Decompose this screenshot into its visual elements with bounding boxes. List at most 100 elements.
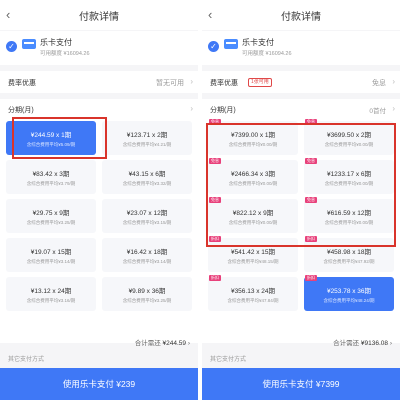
promo-badge: 免息 <box>305 119 317 125</box>
pay-method-row[interactable]: ✓ 乐卡支付 可用额度 ¥16094.26 <box>202 31 400 65</box>
rate-label: 费率优惠 <box>8 80 36 87</box>
option-fee: 含综合费用平均¥3.15/期 <box>122 219 172 225</box>
promo-badge: 折扣 <box>305 275 317 281</box>
installment-option[interactable]: 免息 ¥2466.34 x 3期 含综合费用平均¥0.00/期 <box>208 158 298 194</box>
promo-badge: 免息 <box>305 158 317 164</box>
total-repay: 合计需还 ¥9136.08 › <box>333 340 392 347</box>
installment-option[interactable]: ¥83.42 x 3期 含综合费用平均¥3.79/期 <box>6 160 96 194</box>
installment-option[interactable]: 折扣 ¥541.42 x 15期 含综合费用平均¥48.15/期 <box>208 236 298 272</box>
option-fee: 含综合费用平均¥3.14/期 <box>26 258 76 264</box>
option-fee: 含综合费用平均¥0.00/期 <box>324 141 374 147</box>
other-pay-label: 其它支付方式 <box>8 357 45 363</box>
rate-label: 费率优惠 <box>210 80 238 87</box>
option-fee: 含综合费用平均¥0.00/期 <box>228 219 278 225</box>
rate-discount-row[interactable]: 费率优惠 1张可用 免息 › <box>202 71 400 93</box>
installment-value: 0首付 <box>369 108 386 115</box>
option-amount: ¥83.42 x 3期 <box>32 170 70 178</box>
installment-option[interactable]: 免息 ¥7399.00 x 1期 含综合费用平均¥0.00/期 <box>208 119 298 155</box>
promo-badge: 免息 <box>209 197 221 203</box>
check-circle-icon: ✓ <box>6 41 17 52</box>
option-fee: 含综合费用平均¥48.24/期 <box>323 297 375 303</box>
total-repay: 合计需还 ¥244.59 › <box>134 340 190 347</box>
option-amount: ¥1233.17 x 6期 <box>326 170 372 178</box>
installment-label: 分期(月) <box>8 107 34 114</box>
installment-options: ¥244.59 x 1期 含综合费用平均¥5.09/期 ¥123.71 x 2期 含综… <box>6 121 192 311</box>
installment-option[interactable]: 免息 ¥3699.50 x 2期 含综合费用平均¥0.00/期 <box>304 119 394 155</box>
header: ‹ 付款详情 <box>0 0 198 30</box>
right-screen: ‹ 付款详情 ✓ 乐卡支付 可用额度 ¥16094.26 费率优惠 1张可用 免… <box>202 0 400 400</box>
option-fee: 含综合费用平均¥3.25/期 <box>26 219 76 225</box>
installment-option[interactable]: ¥23.07 x 12期 含综合费用平均¥3.15/期 <box>102 199 192 233</box>
installment-option[interactable]: ¥29.75 x 9期 含综合费用平均¥3.25/期 <box>6 199 96 233</box>
chevron-right-icon: › <box>190 104 193 113</box>
promo-badge: 免息 <box>209 119 221 125</box>
option-fee: 含综合费用平均¥0.00/期 <box>324 219 374 225</box>
available-limit: 可用额度 ¥16094.26 <box>40 51 90 57</box>
promo-badge: 折扣 <box>209 236 221 242</box>
option-amount: ¥13.12 x 24期 <box>30 287 72 295</box>
installment-option[interactable]: ¥244.59 x 1期 含综合费用平均¥5.09/期 <box>6 121 96 155</box>
option-fee: 含综合费用平均¥5.09/期 <box>26 141 76 147</box>
rate-value: 免息 <box>372 80 386 87</box>
promo-badge: 折扣 <box>209 275 221 281</box>
installment-option[interactable]: ¥43.15 x 6期 含综合费用平均¥3.32/期 <box>102 160 192 194</box>
option-amount: ¥3699.50 x 2期 <box>326 131 372 139</box>
card-icon <box>22 39 36 49</box>
option-fee: 含综合费用平均¥3.25/期 <box>122 297 172 303</box>
option-fee: 含综合费用平均¥0.00/期 <box>228 141 278 147</box>
option-fee: 含综合费用平均¥0.00/期 <box>228 180 278 186</box>
installment-label: 分期(月) <box>210 107 236 114</box>
installment-option[interactable]: ¥9.89 x 36期 含综合费用平均¥3.25/期 <box>102 277 192 311</box>
installment-option[interactable]: ¥19.07 x 15期 含综合费用平均¥3.14/期 <box>6 238 96 272</box>
option-amount: ¥541.42 x 15期 <box>230 248 276 256</box>
option-amount: ¥19.07 x 15期 <box>30 248 72 256</box>
check-circle-icon: ✓ <box>208 41 219 52</box>
option-fee: 含综合费用平均¥47.92/期 <box>323 258 375 264</box>
installment-option[interactable]: 折扣 ¥253.78 x 36期 含综合费用平均¥48.24/期 <box>304 275 394 311</box>
option-amount: ¥23.07 x 12期 <box>126 209 168 217</box>
installment-option[interactable]: ¥16.42 x 18期 含综合费用平均¥3.14/期 <box>102 238 192 272</box>
installment-options: 免息 ¥7399.00 x 1期 含综合费用平均¥0.00/期 免息 ¥3699.50 … <box>208 119 394 311</box>
option-fee: 含综合费用平均¥3.32/期 <box>122 180 172 186</box>
available-limit: 可用额度 ¥16094.26 <box>242 51 292 57</box>
installment-option[interactable]: 折扣 ¥356.13 x 24期 含综合费用平均¥47.84/期 <box>208 275 298 311</box>
installment-option[interactable]: ¥13.12 x 24期 含综合费用平均¥3.16/期 <box>6 277 96 311</box>
left-screen: ‹ 付款详情 ✓ 乐卡支付 可用额度 ¥16094.26 费率优惠 暂无可用 ›… <box>0 0 198 400</box>
option-fee: 含综合费用平均¥3.16/期 <box>26 297 76 303</box>
option-amount: ¥253.78 x 36期 <box>326 287 372 295</box>
total-value: ¥9136.08 <box>360 340 389 347</box>
pay-button[interactable]: 使用乐卡支付 ¥239 <box>0 368 198 400</box>
chevron-right-icon: › <box>190 77 193 86</box>
card-icon <box>224 39 238 49</box>
total-value: ¥244.59 <box>162 340 187 347</box>
option-amount: ¥43.15 x 6期 <box>128 170 166 178</box>
option-amount: ¥244.59 x 1期 <box>30 131 72 139</box>
header: ‹ 付款详情 <box>202 0 400 30</box>
option-fee: 含综合费用平均¥47.84/期 <box>227 297 279 303</box>
other-pay-methods[interactable]: 其它支付方式 <box>202 349 400 367</box>
pay-method-row[interactable]: ✓ 乐卡支付 可用额度 ¥16094.26 <box>0 31 198 65</box>
page-title: 付款详情 <box>79 11 119 23</box>
pay-method-name: 乐卡支付 <box>40 38 72 47</box>
option-amount: ¥7399.00 x 1期 <box>230 131 276 139</box>
installment-option[interactable]: 免息 ¥822.12 x 9期 含综合费用平均¥0.00/期 <box>208 197 298 233</box>
installment-option[interactable]: 免息 ¥1233.17 x 6期 含综合费用平均¥0.00/期 <box>304 158 394 194</box>
pay-button[interactable]: 使用乐卡支付 ¥7399 <box>202 368 400 400</box>
back-arrow-icon[interactable]: ‹ <box>6 8 20 22</box>
rate-discount-row[interactable]: 费率优惠 暂无可用 › <box>0 71 198 93</box>
chevron-right-icon: › <box>392 77 395 86</box>
option-amount: ¥458.98 x 18期 <box>326 248 372 256</box>
promo-badge: 免息 <box>305 197 317 203</box>
installment-option[interactable]: 折扣 ¥458.98 x 18期 含综合费用平均¥47.92/期 <box>304 236 394 272</box>
back-arrow-icon[interactable]: ‹ <box>208 8 222 22</box>
installment-option[interactable]: 免息 ¥616.59 x 12期 含综合费用平均¥0.00/期 <box>304 197 394 233</box>
pay-method-name: 乐卡支付 <box>242 38 274 47</box>
option-amount: ¥123.71 x 2期 <box>126 131 168 139</box>
option-fee: 含综合费用平均¥4.21/期 <box>122 141 172 147</box>
installment-option[interactable]: ¥123.71 x 2期 含综合费用平均¥4.21/期 <box>102 121 192 155</box>
other-pay-label: 其它支付方式 <box>210 357 247 363</box>
other-pay-methods[interactable]: 其它支付方式 <box>0 349 198 367</box>
installment-section: 分期(月) 0首付 › 免息 ¥7399.00 x 1期 含综合费用平均¥0.00/… <box>202 99 400 343</box>
rate-value: 暂无可用 <box>156 80 184 87</box>
chevron-right-icon: › <box>392 104 395 113</box>
